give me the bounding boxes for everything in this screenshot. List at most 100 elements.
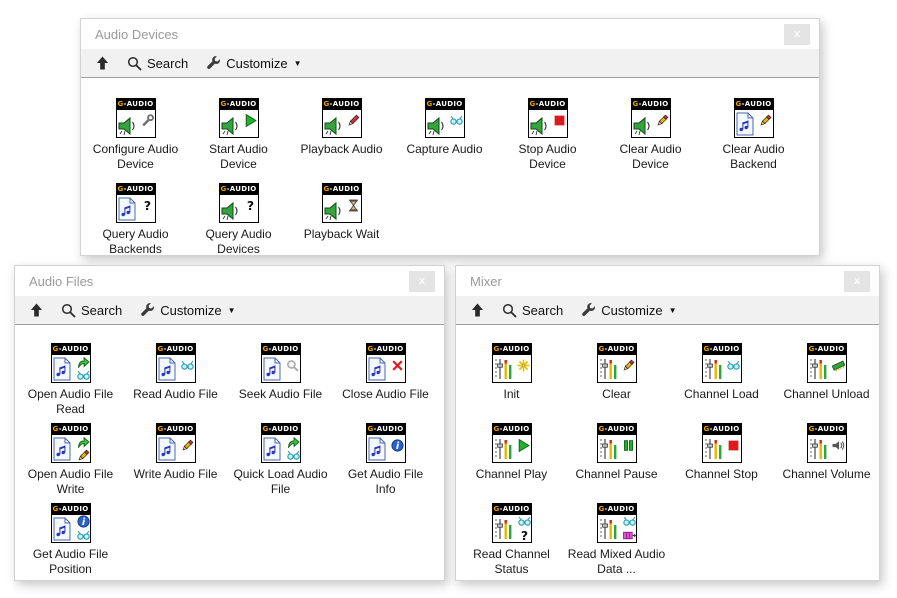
file-icon xyxy=(263,437,281,461)
palette-item[interactable]: G-AUDIO Channel Unload xyxy=(774,343,879,421)
palette-item[interactable]: G-AUDIO Channel Load xyxy=(669,343,774,421)
palette-item[interactable]: G-AUDIOSeek Audio File xyxy=(228,343,333,421)
palette-item[interactable]: G-AUDIOiGet Audio File Position xyxy=(18,503,123,580)
palette-item[interactable]: G-AUDIOOpen Audio File Write xyxy=(18,423,123,501)
palette-item[interactable]: G-AUDIOOpen Audio File Read xyxy=(18,343,123,421)
palette-item[interactable]: G-AUDIOPlayback Wait xyxy=(290,183,393,255)
palette-item-label: Channel Load xyxy=(684,387,759,402)
query-audio-backends-icon: G-AUDIO? xyxy=(116,183,156,223)
palette-item[interactable]: G-AUDIOChannel Volume xyxy=(774,423,879,501)
palette-content: G-AUDIOInitG-AUDIOClearG-AUDIOChannel Lo… xyxy=(456,324,879,580)
up-button[interactable] xyxy=(468,301,487,319)
toolbar: Search Customize ▼ xyxy=(15,296,444,324)
palette-item[interactable]: G-AUDIO Close Audio File xyxy=(333,343,438,421)
palette-item-label: Close Audio File xyxy=(342,387,429,402)
g-audio-banner: G-AUDIO xyxy=(703,424,741,435)
g-audio-banner: G-AUDIO xyxy=(117,99,155,110)
mixer-icon xyxy=(494,437,514,461)
svg-text:?: ? xyxy=(143,199,150,212)
palette-item-label: Open Audio File Read xyxy=(22,387,120,417)
clear-audio-device-icon: G-AUDIO xyxy=(631,98,671,138)
titlebar[interactable]: Audio Devices x xyxy=(81,19,819,49)
palette-item[interactable]: G-AUDIOChannel Play xyxy=(459,423,564,501)
file-icon xyxy=(53,517,71,541)
palette-item-label: Seek Audio File xyxy=(239,387,322,402)
palette-item[interactable]: G-AUDIOPlayback Audio xyxy=(290,98,393,180)
palette-item[interactable]: G-AUDIORead Mixed Audio Data ... xyxy=(564,503,669,580)
g-audio-banner: G-AUDIO xyxy=(157,424,195,435)
titlebar[interactable]: Mixer x xyxy=(456,266,879,296)
palette-item[interactable]: G-AUDIOClear Audio Backend xyxy=(702,98,805,180)
ram-icon xyxy=(832,359,845,372)
search-button[interactable]: Search xyxy=(58,301,125,320)
close-audio-file-icon: G-AUDIO xyxy=(366,343,406,383)
file-icon xyxy=(118,197,136,221)
palette-item[interactable]: G-AUDIO?Query Audio Devices xyxy=(187,183,290,255)
palette-item[interactable]: G-AUDIOWrite Audio File xyxy=(123,423,228,501)
palette-item[interactable]: G-AUDIO Clear Audio Device xyxy=(599,98,702,180)
palette-item[interactable]: G-AUDIOStart Audio Device xyxy=(187,98,290,180)
palette-item[interactable]: G-AUDIOChannel Pause xyxy=(564,423,669,501)
speaker-icon xyxy=(221,116,243,136)
question-icon: ? xyxy=(518,529,531,542)
caret-down-icon: ▼ xyxy=(669,306,677,315)
search-button[interactable]: Search xyxy=(124,54,191,73)
g-audio-banner: G-AUDIO xyxy=(808,344,846,355)
palette-item[interactable]: G-AUDIOClear xyxy=(564,343,669,421)
g-audio-banner: G-AUDIO xyxy=(52,424,90,435)
close-button[interactable]: x xyxy=(784,24,810,45)
palette-item-label: Channel Unload xyxy=(783,387,869,402)
palette-item[interactable]: G-AUDIOStop Audio Device xyxy=(496,98,599,180)
sparkle-icon xyxy=(517,359,530,372)
open-audio-file-write-icon: G-AUDIO xyxy=(51,423,91,463)
customize-button[interactable]: Customize ▼ xyxy=(137,301,238,320)
pencil-yellow-icon xyxy=(181,439,194,452)
palette-item[interactable]: G-AUDIOQuick Load Audio File xyxy=(228,423,333,501)
info-icon: i xyxy=(391,439,404,452)
palette-item[interactable]: G-AUDIO?Query Audio Backends xyxy=(84,183,187,255)
file-icon xyxy=(368,357,386,381)
up-button[interactable] xyxy=(93,54,112,72)
palette-content: G-AUDIOOpen Audio File ReadG-AUDIORead A… xyxy=(15,324,444,580)
palette-item[interactable]: G-AUDIOiGet Audio File Info xyxy=(333,423,438,501)
channel-load-icon: G-AUDIO xyxy=(702,343,742,383)
array-icon xyxy=(623,529,636,542)
palette-item-label: Channel Pause xyxy=(575,467,657,482)
window-title: Mixer xyxy=(470,274,502,289)
speaker-icon xyxy=(324,201,346,221)
up-button[interactable] xyxy=(27,301,46,319)
palette-item[interactable]: G-AUDIO Channel Stop xyxy=(669,423,774,501)
palette-item[interactable]: G-AUDIOInit xyxy=(459,343,564,421)
palette-item-label: Channel Stop xyxy=(685,467,758,482)
customize-button[interactable]: Customize ▼ xyxy=(203,54,304,73)
palette-item[interactable]: G-AUDIORead Audio File xyxy=(123,343,228,421)
palette-item-label: Start Audio Device xyxy=(190,142,288,172)
channel-unload-icon: G-AUDIO xyxy=(807,343,847,383)
close-button[interactable]: x xyxy=(409,271,435,292)
palette-item-label: Query Audio Devices xyxy=(190,227,288,255)
titlebar[interactable]: Audio Files x xyxy=(15,266,444,296)
caret-down-icon: ▼ xyxy=(228,306,236,315)
palette-item-label: Clear Audio Device xyxy=(602,142,700,172)
palette-item[interactable]: G-AUDIOConfigure Audio Device xyxy=(84,98,187,180)
glasses-icon xyxy=(181,359,194,372)
search-button[interactable]: Search xyxy=(499,301,566,320)
g-audio-banner: G-AUDIO xyxy=(426,99,464,110)
customize-button[interactable]: Customize ▼ xyxy=(578,301,679,320)
clear-icon: G-AUDIO xyxy=(597,343,637,383)
question-icon: ? xyxy=(141,199,154,212)
arrow-green-icon xyxy=(77,435,90,448)
file-icon xyxy=(53,357,71,381)
up-arrow-icon xyxy=(30,303,43,317)
toolbar: Search Customize ▼ xyxy=(81,49,819,77)
palette-item[interactable]: G-AUDIOCapture Audio xyxy=(393,98,496,180)
init-icon: G-AUDIO xyxy=(492,343,532,383)
desktop: Audio Devices x Search Customize ▼ G-AUD… xyxy=(0,0,897,598)
quick-load-audio-file-icon: G-AUDIO xyxy=(261,423,301,463)
stop-icon xyxy=(553,114,566,127)
up-arrow-icon xyxy=(96,56,109,70)
palette-item[interactable]: G-AUDIO?Read Channel Status xyxy=(459,503,564,580)
pencil-yellow-icon xyxy=(622,359,635,372)
speaker-icon xyxy=(530,116,552,136)
close-button[interactable]: x xyxy=(844,271,870,292)
